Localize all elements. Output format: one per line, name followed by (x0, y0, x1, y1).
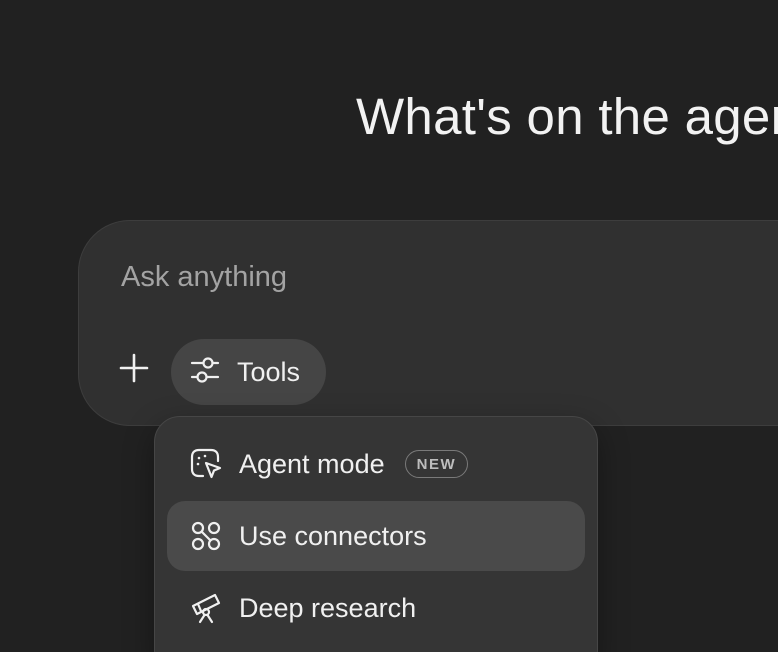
prompt-input[interactable] (121, 257, 721, 297)
composer: Tools (78, 220, 778, 426)
menu-item-label: Deep research (239, 592, 417, 623)
new-badge: NEW (404, 450, 469, 478)
menu-item-label: Agent mode (239, 448, 385, 479)
plus-icon (118, 352, 150, 389)
tools-menu: Agent mode NEW Use connectors Deep resea… (154, 416, 598, 652)
telescope-icon (189, 591, 223, 625)
menu-item-agent-mode[interactable]: Agent mode NEW (167, 429, 585, 499)
tools-label: Tools (237, 356, 301, 387)
tools-button[interactable]: Tools (171, 339, 326, 405)
menu-item-deep-research[interactable]: Deep research (167, 573, 585, 643)
app-page: What's on the agenda today? (0, 0, 778, 652)
menu-item-use-connectors[interactable]: Use connectors (167, 501, 585, 571)
agent-cursor-icon (189, 447, 223, 481)
connectors-icon (189, 519, 223, 553)
page-title: What's on the agenda today? (356, 88, 778, 145)
add-attachment-button[interactable] (113, 349, 155, 391)
sliders-icon (189, 354, 221, 391)
menu-item-label: Use connectors (239, 520, 427, 551)
